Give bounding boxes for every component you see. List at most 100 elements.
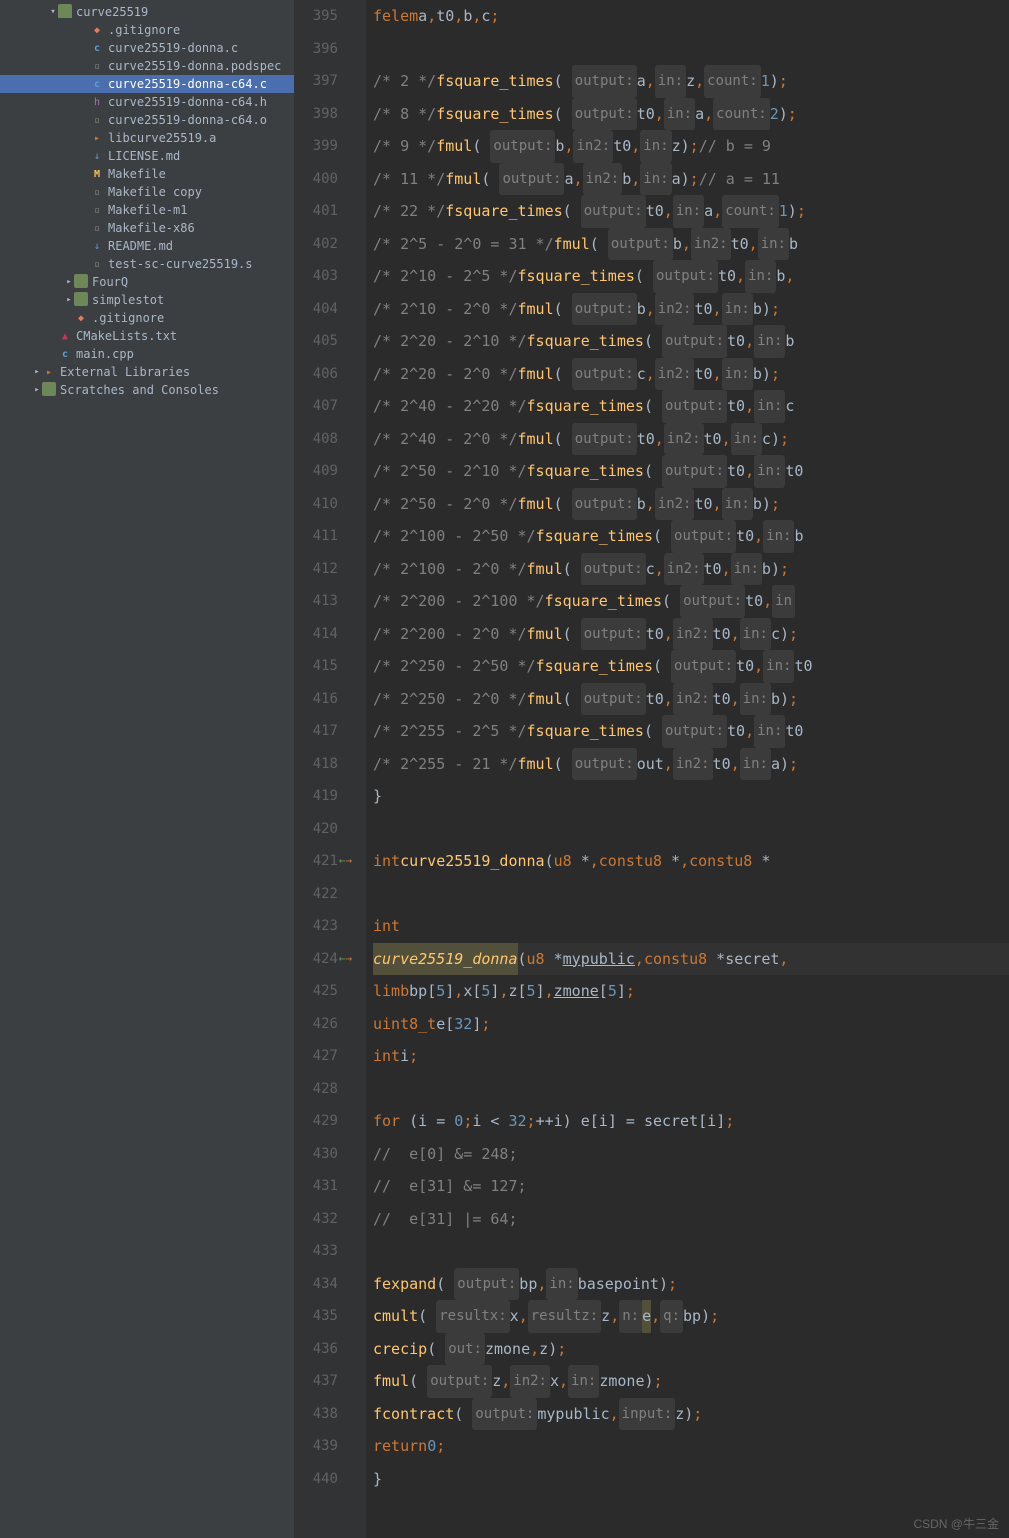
code-line[interactable]: /* 2^100 - 2^50 */ fsquare_times( output…: [373, 520, 1009, 553]
file-icon: c: [90, 40, 108, 56]
code-line[interactable]: crecip( out: zmone, z);: [373, 1333, 1009, 1366]
tree-item[interactable]: ccurve25519-donna.c: [0, 39, 294, 57]
tree-item[interactable]: ▫Makefile-x86: [0, 219, 294, 237]
tree-item-label: README.md: [108, 239, 173, 253]
code-line[interactable]: }: [373, 780, 1009, 813]
tree-item[interactable]: ▸simplestot: [0, 291, 294, 309]
file-icon: [58, 4, 76, 21]
code-line[interactable]: /* 2^5 - 2^0 = 31 */ fmul( output: b, in…: [373, 228, 1009, 261]
code-line[interactable]: // e[31] &= 127;: [373, 1170, 1009, 1203]
project-tree[interactable]: ▾curve25519◆.gitignoreccurve25519-donna.…: [0, 0, 295, 1538]
line-number: 405: [295, 325, 338, 358]
code-line[interactable]: uint8_t e[32];: [373, 1008, 1009, 1041]
tree-item[interactable]: hcurve25519-donna-c64.h: [0, 93, 294, 111]
file-icon: ◆: [90, 22, 108, 38]
code-line[interactable]: /* 2^200 - 2^0 */ fmul( output: t0, in2:…: [373, 618, 1009, 651]
tree-arrow-icon[interactable]: ▾: [48, 7, 58, 17]
line-number: 432: [295, 1203, 338, 1236]
tree-item-label: curve25519-donna.c: [108, 41, 238, 55]
tree-item-label: Scratches and Consoles: [60, 383, 219, 397]
code-line[interactable]: fexpand( output: bp, in: basepoint);: [373, 1268, 1009, 1301]
code-line[interactable]: [373, 813, 1009, 846]
tree-item[interactable]: ▸ Scratches and Consoles: [0, 381, 294, 399]
tree-item[interactable]: ◆.gitignore: [0, 309, 294, 327]
code-line[interactable]: }: [373, 1463, 1009, 1496]
file-icon: ↓: [90, 148, 108, 164]
code-line[interactable]: [373, 1073, 1009, 1106]
code-line[interactable]: curve25519_donna(u8 *mypublic, const u8 …: [373, 943, 1009, 976]
code-line[interactable]: /* 2 */ fsquare_times( output: a, in: z,…: [373, 65, 1009, 98]
tree-item[interactable]: ▾curve25519: [0, 3, 294, 21]
code-line[interactable]: int curve25519_donna(u8 *, const u8 *, c…: [373, 845, 1009, 878]
watermark: CSDN @牛三金: [913, 1515, 999, 1532]
code-line[interactable]: int: [373, 910, 1009, 943]
code-line[interactable]: /* 11 */ fmul( output: a, in2: b, in: a)…: [373, 163, 1009, 196]
tree-item[interactable]: ▸▸External Libraries: [0, 363, 294, 381]
tree-item[interactable]: ▫test-sc-curve25519.s: [0, 255, 294, 273]
code-editor[interactable]: 3953963973983994004014024034044054064074…: [295, 0, 1009, 1538]
code-line[interactable]: fmul( output: z, in2: x, in: zmone);: [373, 1365, 1009, 1398]
code-line[interactable]: /* 2^50 - 2^10 */ fsquare_times( output:…: [373, 455, 1009, 488]
code-line[interactable]: /* 2^50 - 2^0 */ fmul( output: b, in2: t…: [373, 488, 1009, 521]
file-icon: c: [90, 76, 108, 92]
code-line[interactable]: /* 2^250 - 2^0 */ fmul( output: t0, in2:…: [373, 683, 1009, 716]
code-line[interactable]: /* 2^10 - 2^5 */ fsquare_times( output: …: [373, 260, 1009, 293]
code-line[interactable]: felem a,t0,b,c;: [373, 0, 1009, 33]
tree-item-label: .gitignore: [92, 311, 164, 325]
code-line[interactable]: /* 2^10 - 2^0 */ fmul( output: b, in2: t…: [373, 293, 1009, 326]
line-number: 435: [295, 1300, 338, 1333]
code-line[interactable]: [373, 1235, 1009, 1268]
code-line[interactable]: return 0;: [373, 1430, 1009, 1463]
tree-arrow-icon[interactable]: ▸: [64, 277, 74, 287]
line-number: 419: [295, 780, 338, 813]
tree-arrow-icon[interactable]: ▸: [64, 295, 74, 305]
file-icon: ▫: [90, 112, 108, 128]
code-area[interactable]: felem a,t0,b,c; /* 2 */ fsquare_times( o…: [367, 0, 1009, 1538]
code-line[interactable]: /* 2^200 - 2^100 */ fsquare_times( outpu…: [373, 585, 1009, 618]
line-number: 420: [295, 813, 338, 846]
code-line[interactable]: /* 2^20 - 2^0 */ fmul( output: c, in2: t…: [373, 358, 1009, 391]
line-gutter: 3953963973983994004014024034044054064074…: [295, 0, 347, 1538]
tree-item[interactable]: ▸FourQ: [0, 273, 294, 291]
code-line[interactable]: for (i = 0;i < 32;++i) e[i] = secret[i];: [373, 1105, 1009, 1138]
tree-arrow-icon[interactable]: ▸: [32, 385, 42, 395]
tree-item[interactable]: ▲CMakeLists.txt: [0, 327, 294, 345]
code-line[interactable]: [373, 878, 1009, 911]
code-line[interactable]: fcontract( output: mypublic, input: z);: [373, 1398, 1009, 1431]
code-line[interactable]: // e[31] |= 64;: [373, 1203, 1009, 1236]
tree-item[interactable]: ▫Makefile copy: [0, 183, 294, 201]
tree-item[interactable]: ccurve25519-donna-c64.c: [0, 75, 294, 93]
code-line[interactable]: // e[0] &= 248;: [373, 1138, 1009, 1171]
line-number: 415: [295, 650, 338, 683]
code-line[interactable]: limb bp[5], x[5], z[5], zmone[5];: [373, 975, 1009, 1008]
line-number: 418: [295, 748, 338, 781]
code-line[interactable]: /* 2^100 - 2^0 */ fmul( output: c, in2: …: [373, 553, 1009, 586]
tree-arrow-icon[interactable]: ▸: [32, 367, 42, 377]
tree-item[interactable]: ◆.gitignore: [0, 21, 294, 39]
tree-item-label: curve25519-donna-c64.c: [108, 77, 267, 91]
tree-item[interactable]: ▫Makefile-m1: [0, 201, 294, 219]
code-line[interactable]: /* 2^250 - 2^50 */ fsquare_times( output…: [373, 650, 1009, 683]
tree-item[interactable]: MMakefile: [0, 165, 294, 183]
code-line[interactable]: [373, 33, 1009, 66]
code-line[interactable]: /* 8 */ fsquare_times( output: t0, in: a…: [373, 98, 1009, 131]
code-line[interactable]: int i;: [373, 1040, 1009, 1073]
code-line[interactable]: /* 2^255 - 21 */ fmul( output: out, in2:…: [373, 748, 1009, 781]
tree-item[interactable]: ↓README.md: [0, 237, 294, 255]
tree-item[interactable]: ↓LICENSE.md: [0, 147, 294, 165]
tree-item-label: LICENSE.md: [108, 149, 180, 163]
code-line[interactable]: /* 2^255 - 2^5 */ fsquare_times( output:…: [373, 715, 1009, 748]
tree-item[interactable]: ▫curve25519-donna.podspec: [0, 57, 294, 75]
code-line[interactable]: /* 22 */ fsquare_times( output: t0, in: …: [373, 195, 1009, 228]
tree-item[interactable]: ▸libcurve25519.a: [0, 129, 294, 147]
code-line[interactable]: /* 2^40 - 2^20 */ fsquare_times( output:…: [373, 390, 1009, 423]
code-line[interactable]: cmult( resultx: x, resultz: z, n: e, q: …: [373, 1300, 1009, 1333]
tree-item[interactable]: ▫curve25519-donna-c64.o: [0, 111, 294, 129]
code-line[interactable]: /* 2^40 - 2^0 */ fmul( output: t0, in2: …: [373, 423, 1009, 456]
code-line[interactable]: /* 2^20 - 2^10 */ fsquare_times( output:…: [373, 325, 1009, 358]
tree-item[interactable]: cmain.cpp: [0, 345, 294, 363]
line-number: 413: [295, 585, 338, 618]
line-number: 421←→: [295, 845, 338, 878]
code-line[interactable]: /* 9 */ fmul( output: b, in2: t0, in: z)…: [373, 130, 1009, 163]
file-icon: h: [90, 94, 108, 110]
